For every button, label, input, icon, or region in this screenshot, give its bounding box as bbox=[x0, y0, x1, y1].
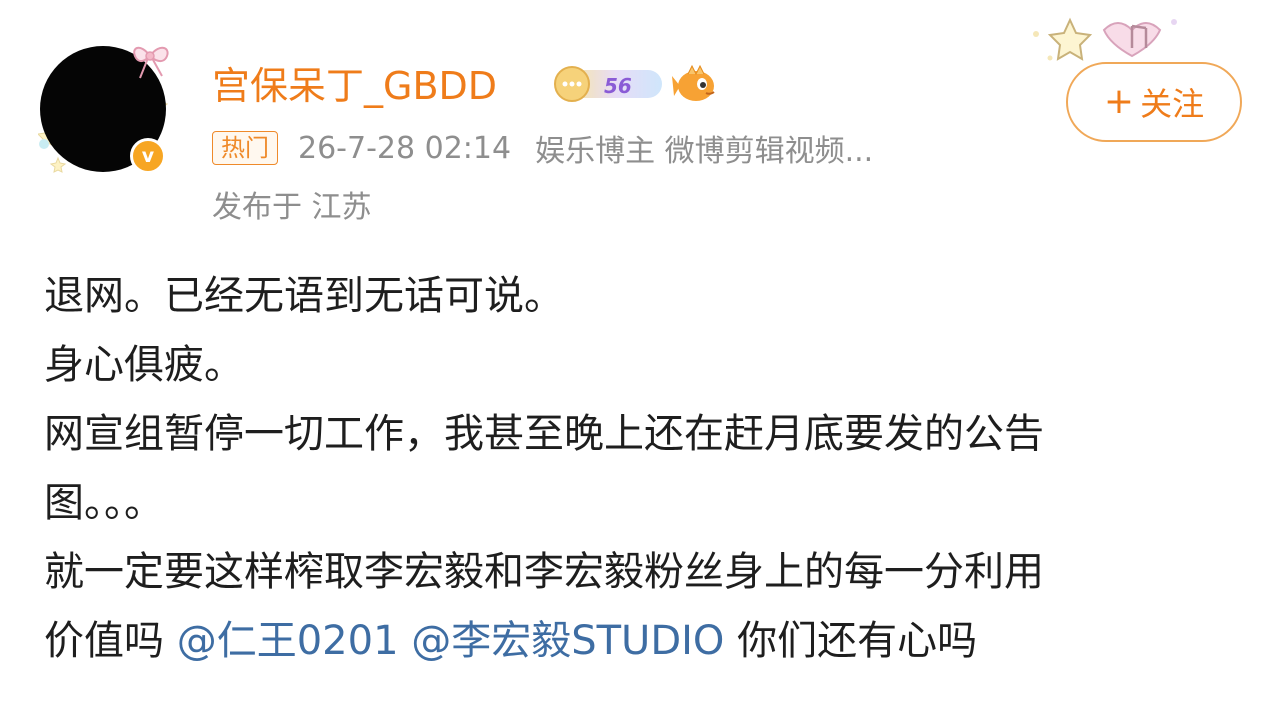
vip-level-badge-icon: 56 bbox=[554, 66, 662, 102]
author-category[interactable]: 娱乐博主 微博剪辑视频... bbox=[535, 126, 873, 170]
verified-icon: v bbox=[130, 138, 166, 174]
follow-button[interactable]: + 关注 bbox=[1066, 62, 1242, 142]
post-text-line: 就一定要这样榨取李宏毅和李宏毅粉丝身上的每一分利用 bbox=[44, 549, 1044, 595]
post-text-line: 退网。已经无语到无话可说。 bbox=[44, 273, 564, 319]
post-text-line: 图。。。 bbox=[44, 480, 164, 526]
username[interactable]: 宫保呆丁_GBDD bbox=[212, 60, 497, 112]
avatar-group[interactable]: v bbox=[38, 40, 178, 180]
plus-icon: + bbox=[1103, 81, 1135, 122]
vip-level-text: 56 bbox=[604, 74, 632, 98]
mention-link[interactable]: @仁王0201 bbox=[177, 618, 399, 664]
post-location: 发布于 江苏 bbox=[212, 190, 372, 225]
post-timestamp: 26-7-28 02:14 bbox=[298, 130, 512, 166]
bow-icon bbox=[133, 46, 169, 79]
mention-link[interactable]: @李宏毅STUDIO bbox=[411, 618, 724, 664]
post-text-line: 价值吗 @仁王0201 @李宏毅STUDIO 你们还有心吗 bbox=[44, 607, 1254, 676]
post-meta: 热门 26-7-28 02:14 娱乐博主 微博剪辑视频... bbox=[212, 126, 873, 170]
post-text-segment: 你们还有心吗 bbox=[724, 618, 978, 664]
hot-tag[interactable]: 热门 bbox=[212, 131, 278, 165]
follow-label: 关注 bbox=[1140, 85, 1205, 123]
post-text-segment: 价值吗 bbox=[44, 618, 177, 664]
post-content: 退网。已经无语到无话可说。 身心俱疲。 网宣组暂停一切工作，我甚至晚上还在赶月底… bbox=[44, 262, 1254, 676]
post-text-line: 网宣组暂停一切工作，我甚至晚上还在赶月底要发的公告 bbox=[44, 411, 1044, 457]
post-text-line: 身心俱疲。 bbox=[44, 342, 244, 388]
fish-emoji-icon bbox=[672, 64, 715, 101]
